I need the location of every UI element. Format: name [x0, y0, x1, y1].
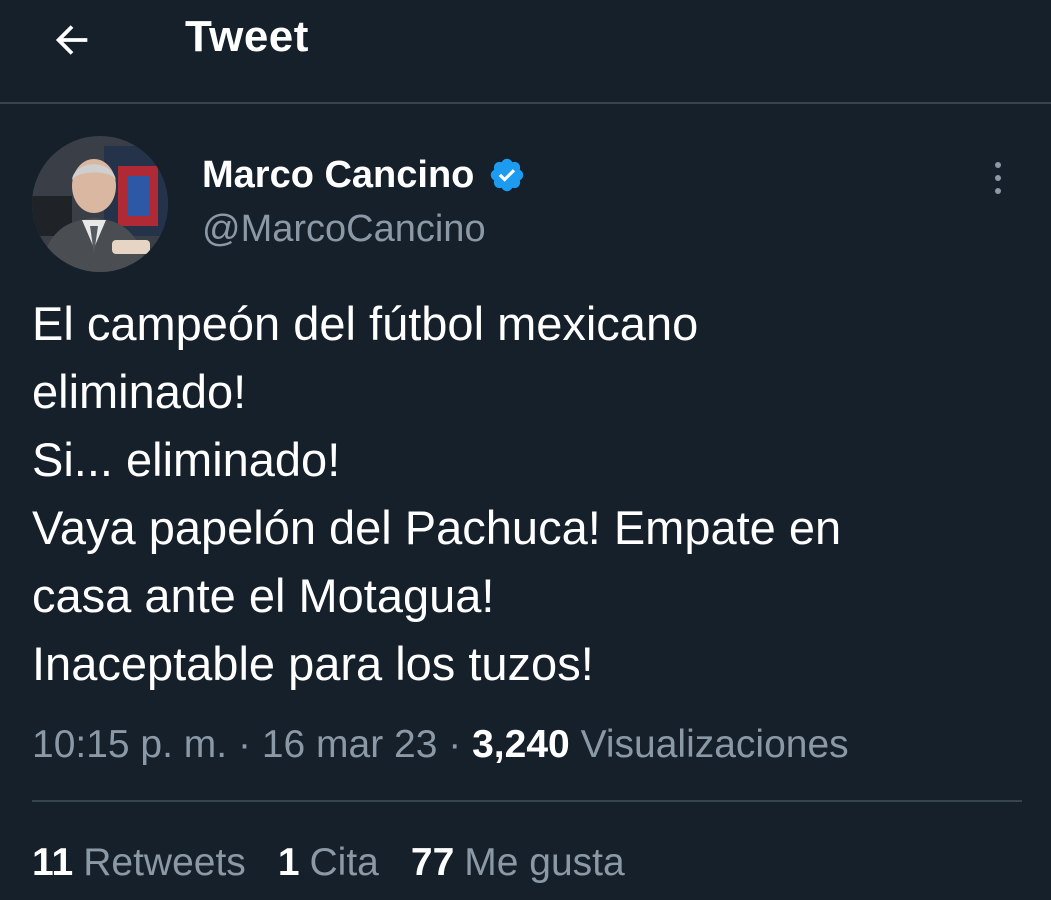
verified-badge-icon: [488, 156, 526, 194]
more-dot: [995, 175, 1001, 181]
likes-label: Me gusta: [464, 841, 625, 884]
tweet-line: Si... eliminado!: [32, 433, 341, 486]
tweet-date[interactable]: 16 mar 23: [262, 723, 438, 766]
tweet-time[interactable]: 10:15 p. m.: [32, 723, 227, 766]
tweet-line: casa ante el Motagua!: [32, 569, 495, 622]
quotes-stat[interactable]: 1 Cita: [278, 836, 379, 890]
author-handle[interactable]: @MarcoCancino: [202, 205, 486, 253]
views-label: Visualizaciones: [580, 723, 849, 766]
top-bar: Tweet: [0, 0, 1051, 104]
tweet-line: Vaya papelón del Pachuca! Empate en: [32, 501, 842, 554]
likes-stat[interactable]: 77 Me gusta: [411, 836, 625, 890]
quotes-label: Cita: [309, 841, 379, 884]
engagement-stats: 11 Retweets 1 Cita 77 Me gusta: [32, 836, 657, 890]
retweets-stat[interactable]: 11 Retweets: [32, 836, 246, 890]
author-name-row[interactable]: Marco Cancino: [202, 150, 526, 200]
likes-count: 77: [410, 841, 455, 884]
meta-separator: ·: [448, 723, 462, 766]
tweet-line: Inaceptable para los tuzos!: [32, 637, 594, 690]
views-count: 3,240: [472, 723, 570, 766]
retweets-label: Retweets: [83, 841, 246, 884]
divider: [32, 800, 1022, 802]
tweet-line: eliminado!: [32, 365, 247, 418]
retweets-count: 11: [32, 841, 74, 884]
author-name[interactable]: Marco Cancino: [202, 150, 474, 200]
page-title: Tweet: [185, 12, 309, 61]
avatar-photo: [32, 136, 168, 272]
more-options-icon[interactable]: [976, 150, 1020, 206]
tweet-text: El campeón del fútbol mexicano eliminado…: [32, 290, 1022, 698]
meta-separator: ·: [237, 723, 251, 766]
back-button[interactable]: [40, 8, 104, 72]
arrow-left-icon: [55, 25, 88, 55]
avatar[interactable]: [32, 136, 168, 272]
tweet-line: El campeón del fútbol mexicano: [32, 297, 699, 350]
quotes-count: 1: [277, 841, 300, 884]
more-dot: [995, 188, 1001, 194]
more-dot: [995, 162, 1001, 168]
tweet-meta: 10:15 p. m. · 16 mar 23 · 3,240 Visualiz…: [32, 718, 849, 772]
